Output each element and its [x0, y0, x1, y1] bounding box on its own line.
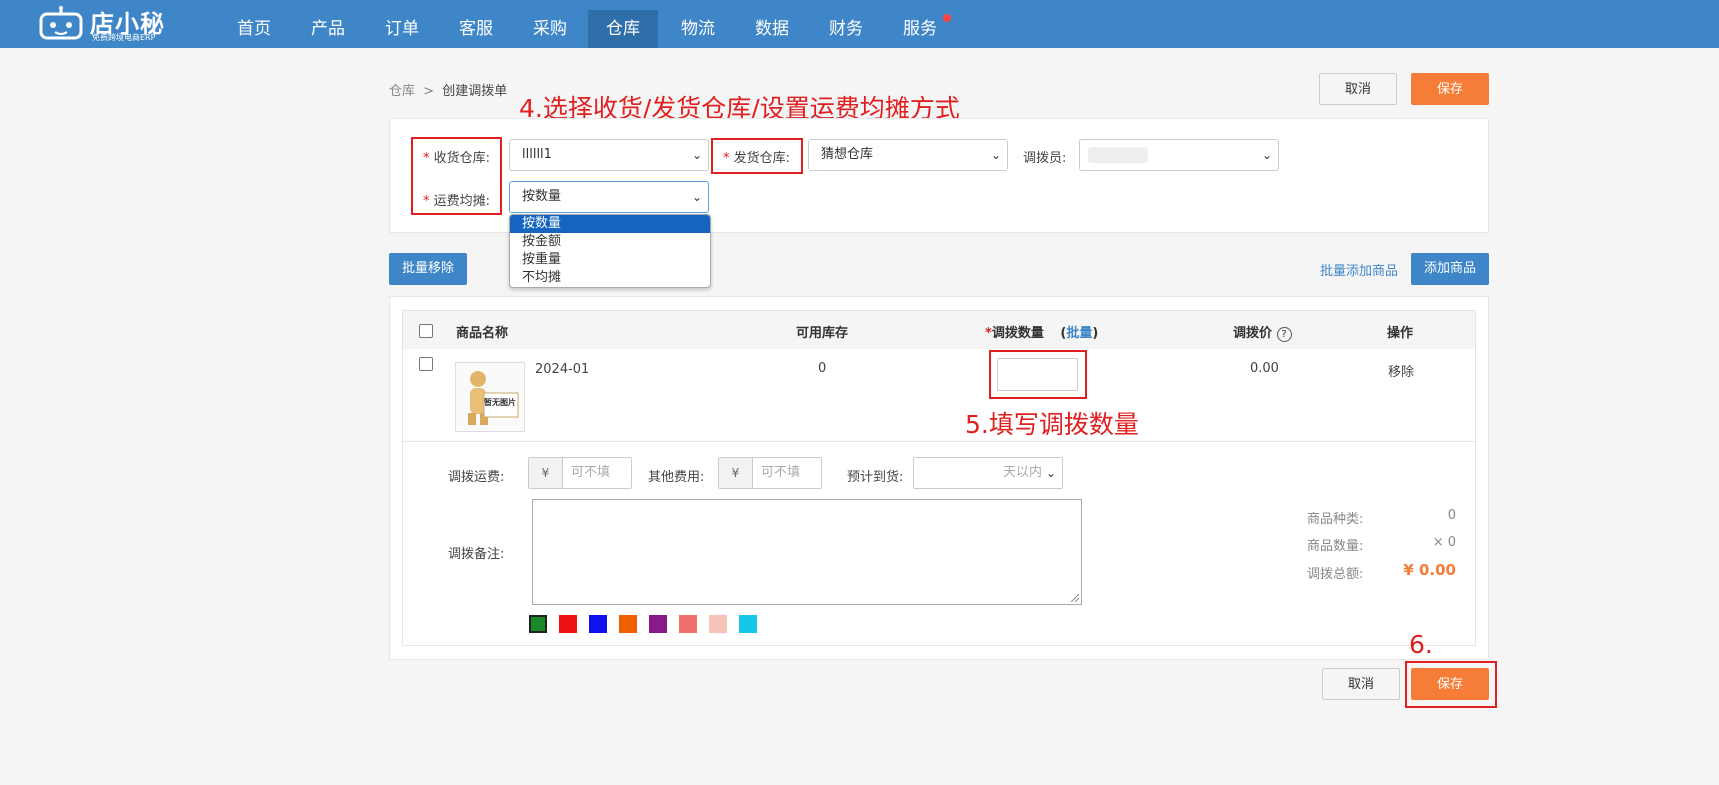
receive-warehouse-select[interactable]: llllll1 ⌄: [509, 139, 709, 171]
send-warehouse-select[interactable]: 猜想仓库 ⌄: [808, 139, 1008, 171]
batch-qty-link[interactable]: 批量: [1066, 326, 1092, 341]
color-swatch-pink[interactable]: [679, 615, 697, 633]
nav-products[interactable]: 产品: [304, 10, 352, 48]
highlight-save-button: [1405, 661, 1497, 708]
add-product-button[interactable]: 添加商品: [1411, 253, 1489, 285]
other-fee-placeholder: 可不填: [761, 465, 801, 480]
resize-handle-icon[interactable]: [1071, 594, 1079, 602]
annotation-step6: 6.: [1409, 630, 1433, 659]
freight-placeholder: 可不填: [571, 465, 611, 480]
color-swatch-light-pink[interactable]: [709, 615, 727, 633]
note-textarea[interactable]: [532, 499, 1082, 605]
cancel-button-bottom[interactable]: 取消: [1322, 668, 1400, 700]
shipping-split-dropdown: 按数量 按金额 按重量 不均摊: [509, 214, 711, 288]
transfer-price: 0.00: [1250, 361, 1279, 376]
chevron-down-icon: ⌄: [990, 148, 1001, 162]
product-count-label: 商品数量:: [1307, 539, 1364, 554]
color-swatch-purple[interactable]: [649, 615, 667, 633]
header-operations: 操作: [1387, 326, 1414, 341]
chevron-down-icon: ⌄: [1045, 466, 1056, 480]
other-fee-label: 其他费用:: [648, 470, 705, 485]
shipping-split-value: 按数量: [522, 189, 562, 204]
no-image-text: 暂无图片: [484, 398, 516, 407]
color-swatch-red[interactable]: [559, 615, 577, 633]
chevron-down-icon: ⌄: [691, 190, 702, 204]
batch-remove-button[interactable]: 批量移除: [389, 253, 467, 285]
brand-logo[interactable]: 店小秘 免费跨境电商ERP: [38, 2, 168, 44]
nav-customer-service[interactable]: 客服: [452, 10, 500, 48]
product-thumbnail: 暂无图片: [455, 362, 525, 432]
highlight-receive-labels: [411, 137, 502, 215]
chevron-down-icon: ⌄: [1261, 148, 1272, 162]
shipping-split-select[interactable]: 按数量 ⌄: [509, 181, 709, 213]
header-batch-close: ): [1092, 326, 1099, 341]
highlight-qty-input: [989, 350, 1087, 399]
header-transfer-price: 调拨价 ?: [1233, 322, 1292, 342]
option-by-amount[interactable]: 按金额: [510, 233, 710, 251]
nav-orders[interactable]: 订单: [378, 10, 426, 48]
breadcrumb-root[interactable]: 仓库: [389, 84, 415, 99]
select-all-checkbox[interactable]: [419, 324, 433, 338]
nav-warehouse[interactable]: 仓库: [588, 10, 658, 48]
chevron-down-icon: ⌄: [691, 148, 702, 162]
option-by-quantity[interactable]: 按数量: [510, 215, 710, 233]
note-label: 调拨备注:: [448, 547, 505, 562]
option-by-weight[interactable]: 按重量: [510, 251, 710, 269]
header-qty-required-mark: *: [985, 326, 992, 341]
breadcrumb-current: 创建调拨单: [442, 84, 508, 99]
breadcrumb-separator: >: [423, 84, 435, 99]
operator-select[interactable]: ⌄: [1079, 139, 1279, 171]
color-swatch-green[interactable]: [529, 615, 547, 633]
nav-purchase[interactable]: 采购: [526, 10, 574, 48]
nav-home[interactable]: 首页: [230, 10, 278, 48]
color-swatch-cyan[interactable]: [739, 615, 757, 633]
eta-suffix: 天以内: [1002, 465, 1042, 480]
nav-finance[interactable]: 财务: [822, 10, 870, 48]
transfer-total-label: 调拨总额:: [1307, 567, 1364, 582]
breadcrumb: 仓库 > 创建调拨单: [389, 80, 507, 99]
notification-dot: [943, 14, 951, 22]
header-transfer-qty: *调拨数量 (批量): [985, 322, 1098, 341]
annotation-step5: 5.填写调拨数量: [965, 410, 1139, 439]
transfer-total-value: ¥ 0.00: [1403, 561, 1456, 579]
color-swatch-orange[interactable]: [619, 615, 637, 633]
other-fee-input[interactable]: ¥ 可不填: [718, 457, 822, 489]
nav-data[interactable]: 数据: [748, 10, 796, 48]
header-price-text: 调拨价: [1233, 326, 1273, 341]
eta-label: 预计到货:: [847, 470, 904, 485]
operator-label: 调拨员:: [1023, 151, 1067, 166]
top-navigation-bar: 店小秘 免费跨境电商ERP 首页 产品 订单 客服 采购 仓库 物流 数据 财务…: [0, 0, 1719, 48]
batch-add-products-link[interactable]: 批量添加商品: [1320, 260, 1398, 279]
row-divider: [403, 441, 1475, 442]
color-swatch-blue[interactable]: [589, 615, 607, 633]
robot-logo-icon: [39, 6, 83, 40]
nav-services[interactable]: 服务: [896, 10, 944, 48]
header-available-stock: 可用库存: [796, 326, 849, 341]
highlight-send-label: [711, 138, 803, 174]
cancel-button-top[interactable]: 取消: [1319, 73, 1397, 105]
product-name: 2024-01: [535, 362, 590, 377]
remove-link[interactable]: 移除: [1388, 361, 1414, 380]
receive-warehouse-value: llllll1: [522, 147, 552, 162]
nav-logistics[interactable]: 物流: [674, 10, 722, 48]
freight-label: 调拨运费:: [448, 470, 505, 485]
currency-prefix: ¥: [529, 458, 563, 488]
help-icon[interactable]: ?: [1276, 327, 1292, 342]
product-types-value: 0: [1447, 508, 1456, 523]
header-product-name: 商品名称: [456, 326, 509, 341]
product-types-label: 商品种类:: [1307, 512, 1364, 527]
header-qty-text: 调拨数量: [991, 326, 1044, 341]
available-stock: 0: [818, 361, 827, 376]
operator-blurred-value: [1088, 147, 1148, 163]
row-checkbox[interactable]: [419, 357, 433, 371]
table-header-row: [403, 311, 1475, 349]
freight-input[interactable]: ¥ 可不填: [528, 457, 632, 489]
save-button-top[interactable]: 保存: [1411, 73, 1489, 105]
product-count-value: × 0: [1432, 535, 1456, 550]
option-no-split[interactable]: 不均摊: [510, 269, 710, 287]
eta-select[interactable]: 天以内 ⌄: [913, 457, 1063, 489]
send-warehouse-value: 猜想仓库: [821, 147, 874, 162]
brand-subtitle: 免费跨境电商ERP: [92, 33, 156, 42]
currency-prefix: ¥: [719, 458, 753, 488]
